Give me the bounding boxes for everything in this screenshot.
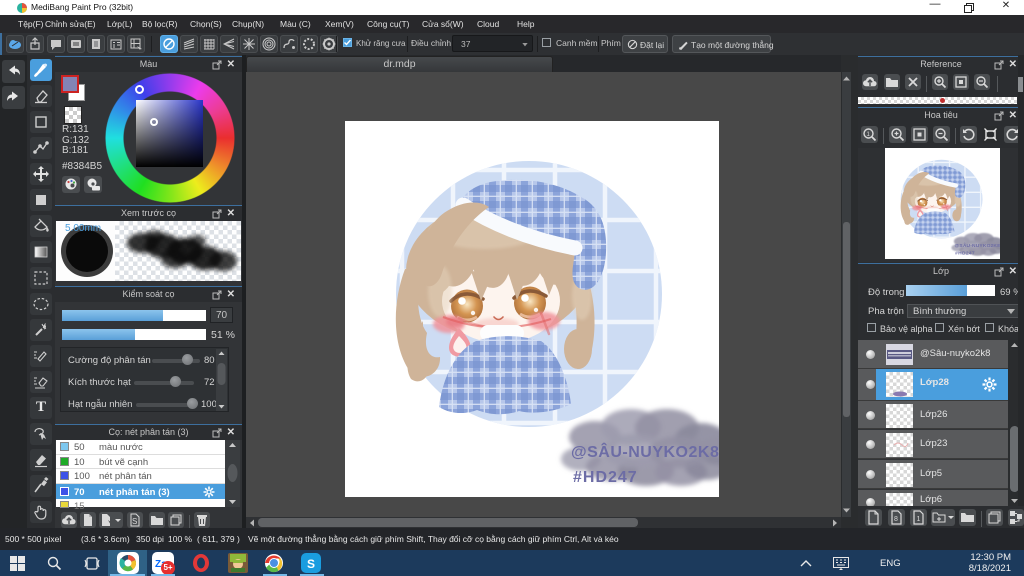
svg-text:8: 8 <box>894 516 898 523</box>
svg-text:S: S <box>307 557 315 571</box>
svg-text:S: S <box>132 517 137 526</box>
svg-text:#HD247: #HD247 <box>573 469 638 486</box>
svg-text:1: 1 <box>917 516 921 523</box>
svg-text:@SÂU-NUYKO2K8: @SÂU-NUYKO2K8 <box>571 442 719 461</box>
